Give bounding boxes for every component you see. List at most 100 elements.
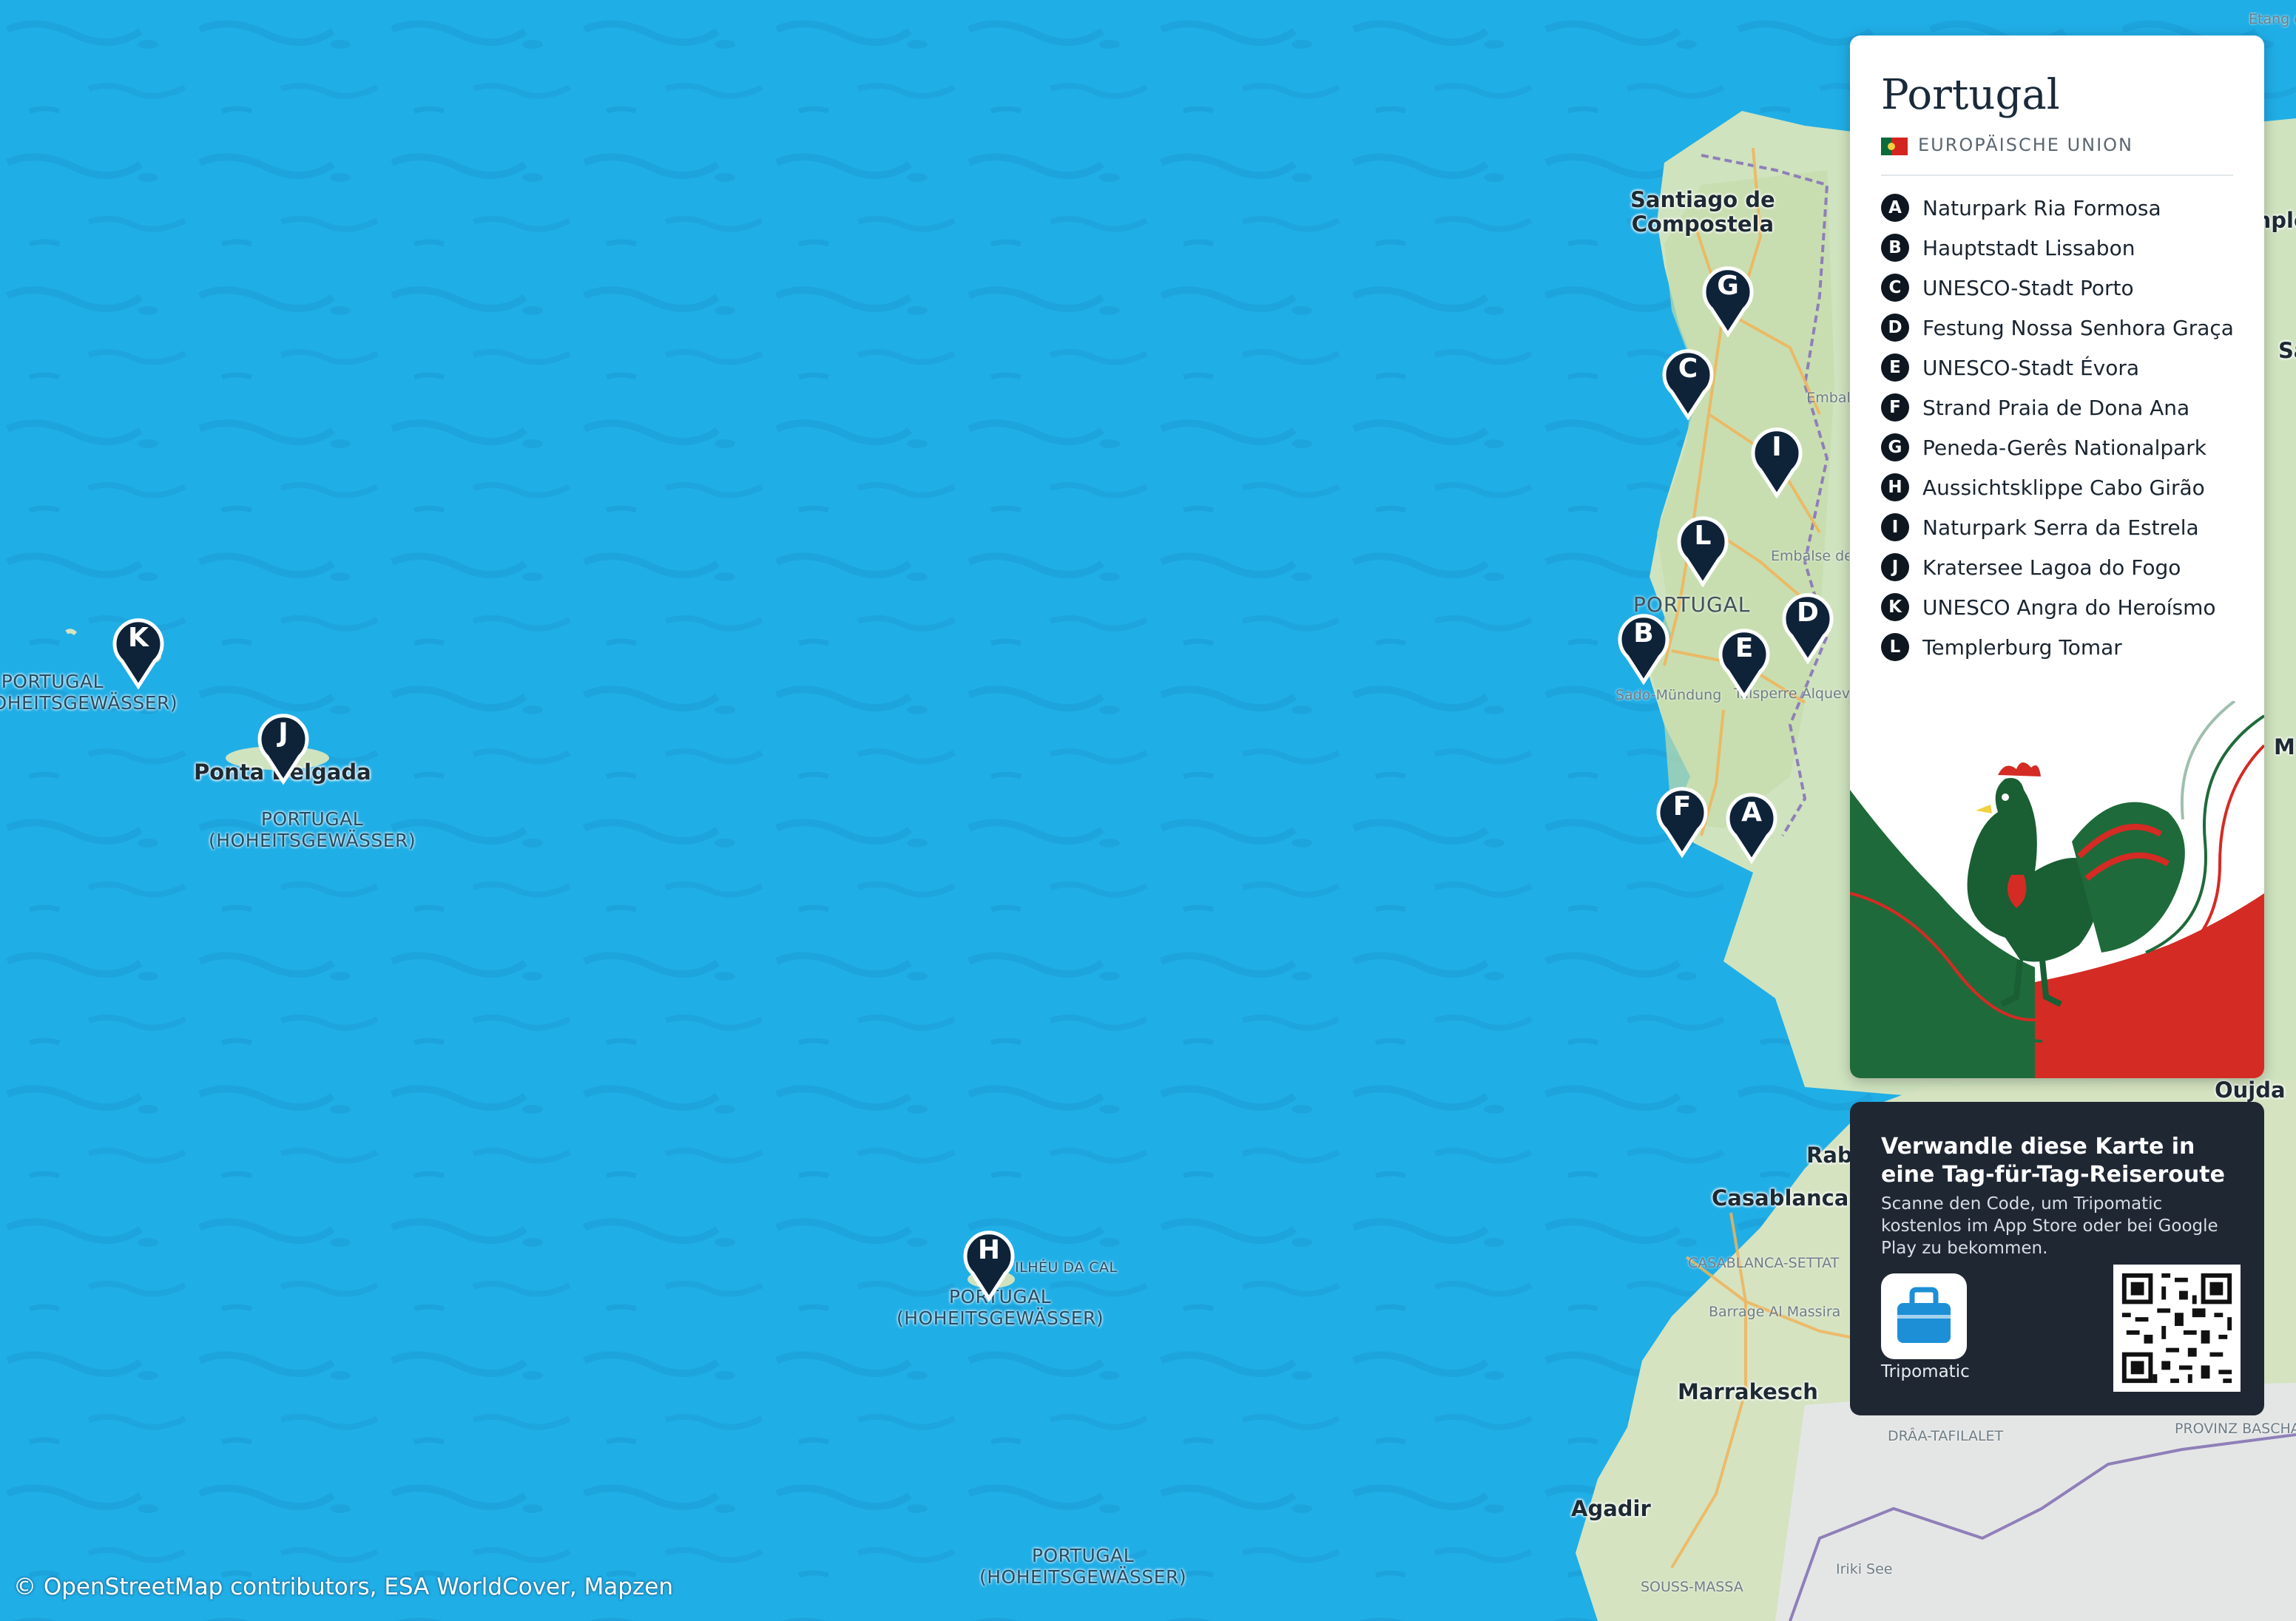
territorial-waters-label-line2: (HOHEITSGEWÄSSER) (209, 829, 416, 851)
poi-item-f[interactable]: F Strand Praia de Dona Ana (1881, 388, 2234, 427)
app-name: Tripomatic (1881, 1362, 1970, 1381)
marker-letter: H (977, 1235, 1001, 1265)
water-label-iriki: Iriki See (1836, 1561, 1893, 1577)
territorial-waters-label-line1: PORTUGAL (1, 671, 104, 692)
poi-badge: E (1881, 353, 1909, 382)
territorial-waters-label-line1: PORTUGAL (260, 808, 364, 830)
poi-badge: J (1881, 553, 1909, 581)
portugal-flag-icon (1881, 138, 1908, 155)
promo-card: Verwandle diese Karte in eine Tag-für-Ta… (1850, 1102, 2264, 1415)
region-label-draa: DRÂA-TAFILALET (1888, 1428, 2004, 1444)
map-attribution[interactable]: © OpenStreetMap contributors, ESA WorldC… (13, 1574, 673, 1600)
poi-list: A Naturpark Ria Formosa B Hauptstadt Lissa… (1881, 188, 2234, 667)
territorial-waters-label-line2: (HOHEITSGEWÄSSER) (897, 1307, 1104, 1329)
poi-label: Strand Praia de Dona Ana (1922, 395, 2190, 420)
poi-label: Aussichtsklippe Cabo Girão (1922, 475, 2205, 500)
poi-item-l[interactable]: L Templerburg Tomar (1881, 627, 2234, 667)
promo-text: Scanne den Code, um Tripomatic kostenlos… (1881, 1194, 2218, 1258)
suitcase-icon (1897, 1287, 1951, 1343)
map-marker-j[interactable]: J (254, 711, 313, 785)
city-label-sa: Sa (2278, 339, 2296, 363)
water-label-etang: Étang d (2249, 12, 2296, 27)
poi-label: Hauptstadt Lissabon (1922, 235, 2135, 260)
region-label-casablanca-settat: CASABLANCA-SETTAT (1688, 1255, 1840, 1271)
poi-badge: K (1881, 593, 1909, 621)
city-label-casablanca: Casablanca (1712, 1185, 1849, 1211)
marker-letter: A (1741, 797, 1762, 828)
map-marker-h[interactable]: H (959, 1228, 1019, 1302)
city-label-oujda: Oujda (2215, 1077, 2286, 1103)
city-label-m: M (2274, 735, 2295, 759)
city-label-santiago: Santiago de Compostela (1630, 187, 1775, 237)
poi-label: Festung Nossa Senhora Graça (1922, 315, 2234, 340)
territorial-waters-label-line2: (HOHEITSGEWÄSSER) (979, 1566, 1187, 1588)
poi-item-a[interactable]: A Naturpark Ria Formosa (1881, 188, 2234, 228)
poi-badge: H (1881, 473, 1909, 501)
poi-item-e[interactable]: E UNESCO-Stadt Évora (1881, 348, 2234, 388)
poi-label: Naturpark Ria Formosa (1922, 195, 2161, 220)
city-label-agadir: Agadir (1571, 1496, 1651, 1521)
city-label-line1: Santiago de (1630, 187, 1775, 212)
poi-item-k[interactable]: K UNESCO Angra do Heroísmo (1881, 587, 2234, 627)
poi-label: UNESCO-Stadt Porto (1922, 275, 2134, 300)
poi-badge: B (1881, 234, 1909, 262)
territorial-waters-label-line2: (HOHEITSGEWÄSSER) (0, 691, 178, 714)
marker-letter: K (128, 623, 149, 653)
map-marker-c[interactable]: C (1658, 346, 1718, 420)
poi-badge: D (1881, 314, 1909, 342)
map-marker-d[interactable]: D (1778, 590, 1837, 664)
city-label-marrakesch: Marrakesch (1678, 1379, 1818, 1404)
panel-divider (1881, 175, 2233, 176)
city-label-line2: Compostela (1631, 211, 1775, 237)
map-marker-g[interactable]: G (1698, 263, 1758, 337)
territorial-waters-label-2: PORTUGAL (HOHEITSGEWÄSSER) (209, 808, 416, 852)
map-marker-k[interactable]: K (109, 615, 168, 689)
map-marker-i[interactable]: I (1747, 424, 1806, 498)
marker-letter: E (1735, 633, 1754, 663)
poi-item-h[interactable]: H Aussichtsklippe Cabo Girão (1881, 467, 2234, 507)
marker-letter: I (1772, 432, 1782, 462)
territorial-waters-label-1: PORTUGAL (HOHEITSGEWÄSSER) (0, 671, 178, 714)
poi-label: UNESCO-Stadt Évora (1922, 355, 2140, 380)
marker-letter: C (1678, 353, 1698, 384)
poi-label: Peneda-Gerês Nationalpark (1922, 435, 2207, 460)
region-label-provinz: PROVINZ BASCHAR (2175, 1421, 2296, 1437)
map-marker-a[interactable]: A (1722, 790, 1781, 864)
map-marker-f[interactable]: F (1652, 784, 1712, 858)
marker-letter: F (1672, 791, 1692, 822)
marker-letter: B (1633, 618, 1654, 649)
poi-badge: L (1881, 633, 1909, 661)
map-marker-e[interactable]: E (1715, 626, 1774, 700)
marker-letter: L (1694, 521, 1712, 551)
marker-letter: G (1717, 271, 1739, 301)
qr-code-icon[interactable] (2113, 1265, 2241, 1392)
poi-label: Kratersee Lagoa do Fogo (1922, 555, 2181, 580)
poi-label: Templerburg Tomar (1922, 634, 2122, 660)
poi-badge: C (1881, 274, 1909, 302)
water-label-embalse-1: Embal (1806, 390, 1851, 406)
promo-title: Verwandle diese Karte in eine Tag-für-Ta… (1881, 1134, 2225, 1188)
poi-item-g[interactable]: G Peneda-Gerês Nationalpark (1881, 427, 2234, 467)
island-label-ilheu: ILHÉU DA CAL (1015, 1259, 1118, 1276)
poi-badge: A (1881, 194, 1909, 222)
poi-item-b[interactable]: B Hauptstadt Lissabon (1881, 228, 2234, 268)
poi-badge: I (1881, 513, 1909, 541)
territorial-waters-label-line1: PORTUGAL (1031, 1545, 1135, 1566)
tripomatic-app-button[interactable] (1881, 1273, 1967, 1359)
marker-letter: J (278, 718, 288, 748)
map-marker-b[interactable]: B (1614, 611, 1673, 685)
poi-item-i[interactable]: I Naturpark Serra da Estrela (1881, 507, 2234, 547)
marker-letter: D (1797, 598, 1819, 628)
qr-code-graphic (2113, 1265, 2241, 1392)
map-marker-l[interactable]: L (1673, 513, 1732, 587)
poi-item-d[interactable]: D Festung Nossa Senhora Graça (1881, 308, 2234, 348)
region-label: EUROPÄISCHE UNION (1918, 135, 2134, 155)
poi-item-j[interactable]: J Kratersee Lagoa do Fogo (1881, 547, 2234, 587)
poi-badge: G (1881, 433, 1909, 461)
city-label-rabat: Raba (1806, 1143, 1851, 1168)
rooster-illustration (1850, 701, 2264, 1078)
poi-label: Naturpark Serra da Estrela (1922, 515, 2199, 540)
water-label-embalse-2: Embalse de (1771, 549, 1849, 564)
country-info-panel: Portugal EUROPÄISCHE UNION A Naturpark Ri… (1850, 35, 2264, 1078)
poi-item-c[interactable]: C UNESCO-Stadt Porto (1881, 268, 2234, 308)
